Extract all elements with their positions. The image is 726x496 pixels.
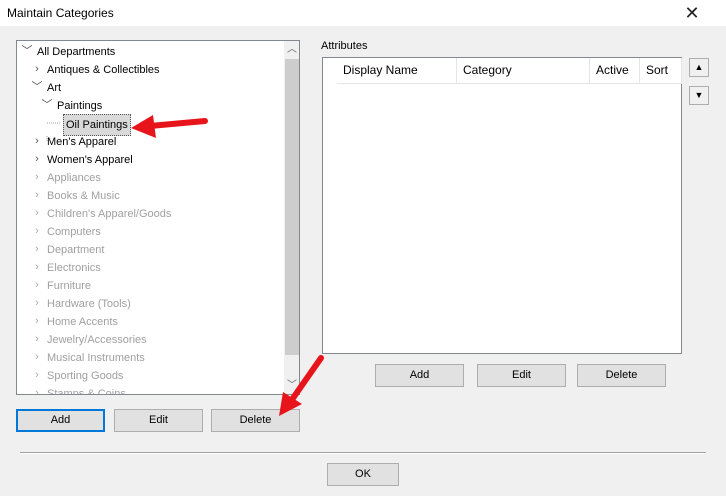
tree-item-label: All Departments — [37, 46, 116, 58]
chevron-down-icon[interactable]: ﹀ — [41, 96, 53, 114]
footer-separator — [20, 452, 706, 454]
move-down-button[interactable]: ▼ — [689, 86, 709, 105]
chevron-right-icon[interactable]: › — [31, 384, 43, 394]
window-title: Maintain Categories — [7, 6, 114, 20]
column-header-display-name[interactable]: Display Name — [337, 58, 457, 84]
tree-scrollbar[interactable]: ︿ ﹀ — [284, 41, 299, 394]
tree-item-label: Computers — [47, 226, 101, 238]
column-header-active[interactable]: Active — [590, 58, 640, 84]
category-add-button[interactable]: Add — [16, 409, 105, 432]
tree-item-label: Antiques & Collectibles — [47, 64, 160, 76]
chevron-right-icon[interactable]: › — [31, 168, 43, 186]
chevron-right-icon[interactable]: › — [31, 150, 43, 168]
chevron-right-icon[interactable]: › — [31, 366, 43, 384]
arrow-down-icon: ▼ — [694, 90, 704, 100]
scroll-down-icon[interactable]: ﹀ — [284, 377, 299, 394]
chevron-right-icon[interactable]: › — [31, 222, 43, 240]
tree-item-label: Stamps & Coins — [47, 388, 126, 395]
arrow-up-icon: ▲ — [694, 62, 704, 72]
attribute-edit-button[interactable]: Edit — [477, 364, 566, 387]
attribute-delete-button[interactable]: Delete — [577, 364, 666, 387]
tree-item-label: Sporting Goods — [47, 370, 124, 382]
chevron-right-icon[interactable]: › — [31, 330, 43, 348]
ok-button[interactable]: OK — [327, 463, 399, 486]
chevron-right-icon[interactable]: › — [31, 60, 43, 78]
chevron-right-icon[interactable]: › — [31, 132, 43, 150]
tree-item-label: Hardware (Tools) — [47, 298, 131, 310]
chevron-right-icon[interactable]: › — [31, 294, 43, 312]
move-up-button[interactable]: ▲ — [689, 58, 709, 77]
tree-item-label: Home Accents — [47, 316, 118, 328]
chevron-right-icon[interactable]: › — [31, 258, 43, 276]
chevron-right-icon[interactable]: › — [31, 240, 43, 258]
category-edit-button[interactable]: Edit — [114, 409, 203, 432]
column-header-category[interactable]: Category — [457, 58, 590, 84]
title-bar: Maintain Categories ✕ — [0, 0, 726, 26]
close-icon[interactable]: ✕ — [680, 1, 704, 25]
chevron-right-icon[interactable]: › — [31, 186, 43, 204]
category-delete-button[interactable]: Delete — [211, 409, 300, 432]
attributes-list[interactable]: Display Name Category Active Sort — [322, 57, 682, 354]
attributes-label: Attributes — [321, 40, 368, 52]
chevron-down-icon[interactable]: ﹀ — [21, 42, 33, 60]
chevron-right-icon[interactable]: › — [31, 204, 43, 222]
tree-item-label: Jewelry/Accessories — [47, 334, 147, 346]
chevron-right-icon[interactable]: › — [31, 276, 43, 294]
scroll-up-icon[interactable]: ︿ — [284, 41, 299, 58]
tree-item-label: Furniture — [47, 280, 92, 292]
scroll-thumb[interactable] — [285, 59, 299, 355]
chevron-down-icon[interactable]: ﹀ — [31, 78, 43, 96]
category-tree[interactable]: ﹀ All Departments › Antiques & Collectib… — [16, 40, 300, 395]
column-header-sort[interactable]: Sort — [640, 58, 682, 84]
tree-item-label: Paintings — [57, 100, 103, 112]
tree-item-label: Department — [47, 244, 105, 256]
tree-item-label: Electronics — [47, 262, 101, 274]
tree-item-label: Musical Instruments — [47, 352, 145, 364]
chevron-right-icon[interactable]: › — [31, 312, 43, 330]
attribute-add-button[interactable]: Add — [375, 364, 464, 387]
tree-item-label: Women's Apparel — [47, 154, 133, 166]
tree-item-label: Appliances — [47, 172, 101, 184]
tree-item-label: Books & Music — [47, 190, 120, 202]
tree-item-label: Art — [47, 82, 62, 94]
tree-item-label: Children's Apparel/Goods — [47, 208, 172, 220]
chevron-right-icon[interactable]: › — [31, 348, 43, 366]
tree-item-label: Men's Apparel — [47, 136, 117, 148]
